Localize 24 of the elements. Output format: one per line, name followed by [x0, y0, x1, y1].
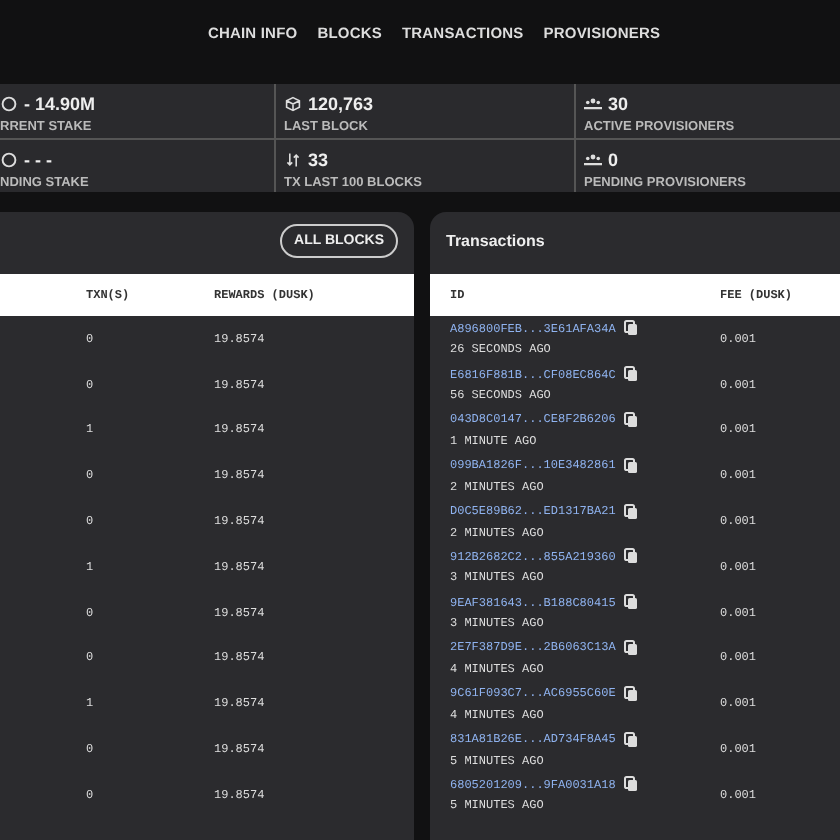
copy-icon[interactable]	[623, 503, 638, 520]
copy-icon[interactable]	[623, 411, 638, 428]
copy-icon[interactable]	[623, 685, 638, 702]
copy-icon[interactable]	[623, 731, 638, 748]
arrows-icon	[284, 152, 302, 168]
coin-icon	[0, 96, 18, 112]
stat-value: 33	[308, 150, 329, 170]
copy-icon[interactable]	[623, 639, 638, 656]
stat-value: - 14.90M	[24, 94, 96, 114]
stat-value: - - -	[24, 150, 52, 170]
copy-icon[interactable]	[623, 457, 638, 474]
coin-icon	[0, 152, 18, 168]
copy-icon[interactable]	[623, 366, 638, 383]
copy-icon[interactable]	[623, 548, 638, 565]
stat-value: 120,763	[308, 94, 374, 114]
panel-title: Transactions	[446, 231, 545, 249]
stat-value: 0	[608, 150, 619, 170]
copy-icon[interactable]	[623, 320, 638, 337]
people-icon	[584, 96, 602, 112]
copy-icon[interactable]	[623, 594, 638, 611]
cube-icon	[284, 96, 302, 112]
copy-icon[interactable]	[623, 776, 638, 793]
people-icon	[584, 152, 602, 168]
stat-value: 30	[608, 94, 629, 114]
